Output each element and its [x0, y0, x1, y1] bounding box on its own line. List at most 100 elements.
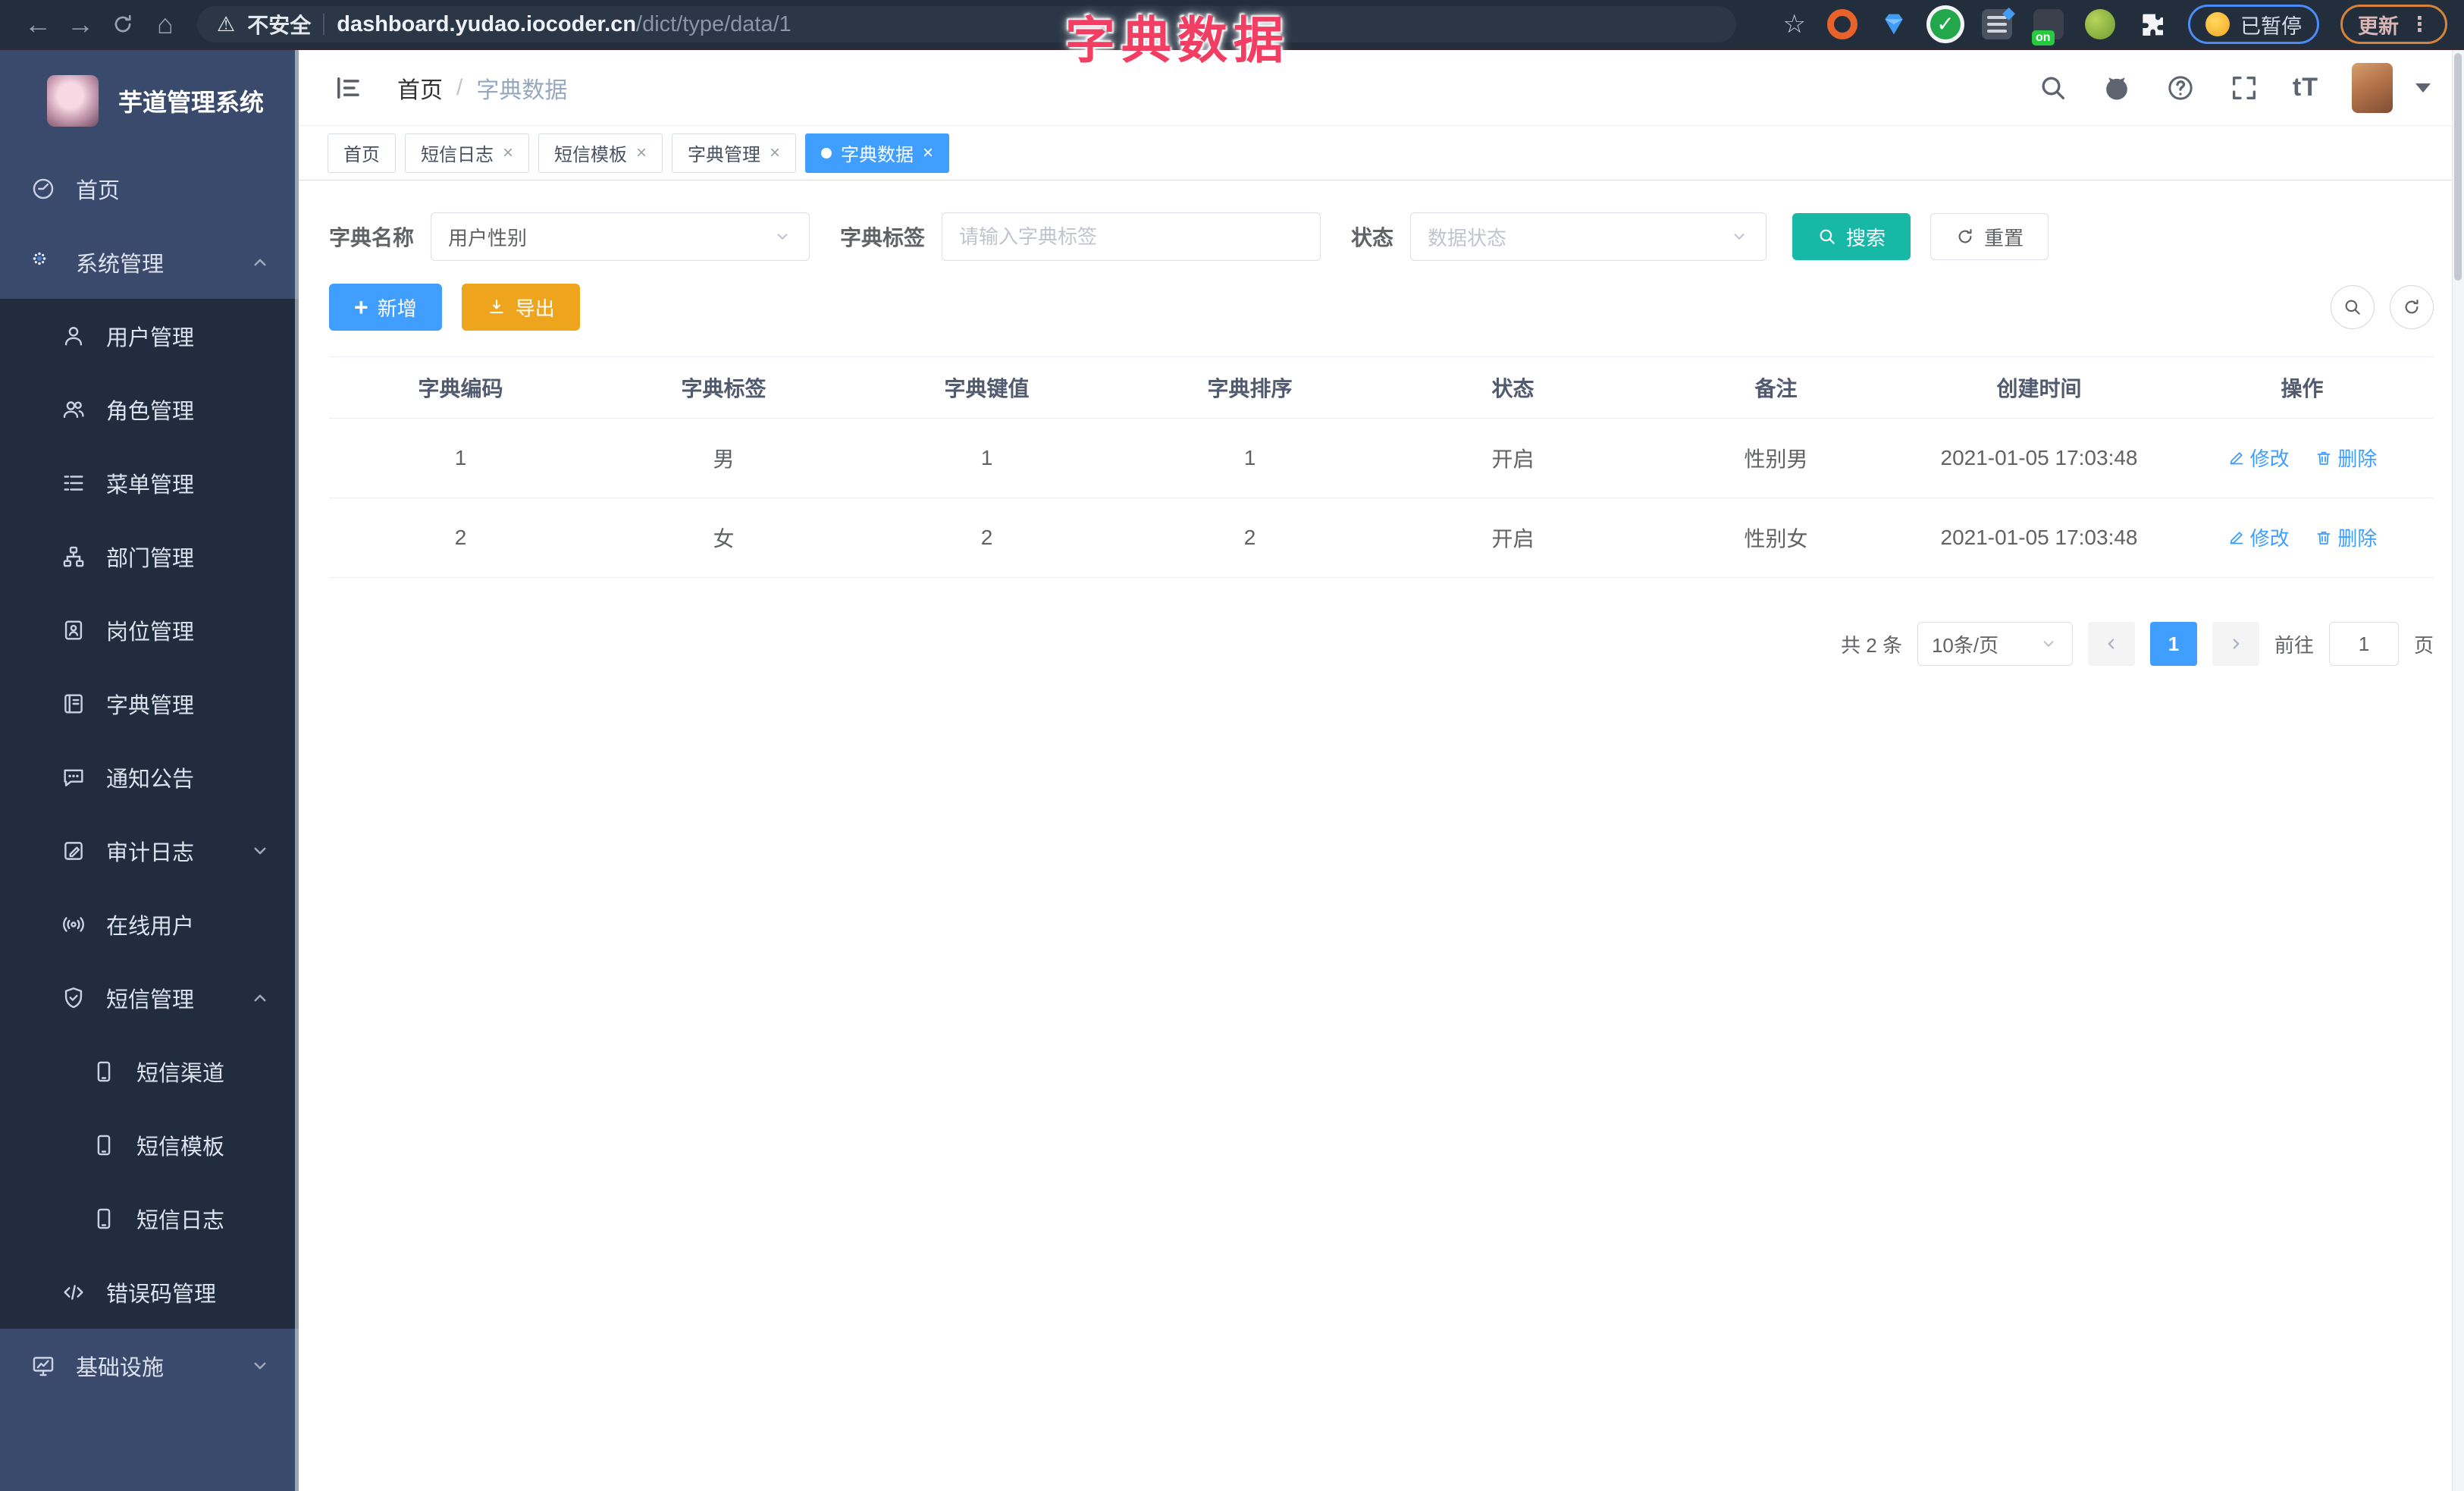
dict-tag-input[interactable] [959, 224, 1304, 249]
refresh-icon[interactable] [102, 12, 144, 36]
sidebar-item-notice[interactable]: 通知公告 [0, 740, 299, 814]
sidebar-item-label: 部门管理 [106, 546, 195, 571]
table-row: 1 男 1 1 开启 性别男 2021-01-05 17:03:48 修改 删除 [329, 418, 2434, 498]
id-badge-icon [61, 617, 86, 643]
sidebar-item-label: 用户管理 [106, 325, 195, 350]
refresh-icon [1955, 227, 1975, 246]
forward-icon[interactable]: → [59, 8, 102, 40]
breadcrumb: 首页 / 字典数据 [397, 71, 567, 105]
tag-view-bar: 首页 短信日志 × 短信模板 × 字典管理 × 字典数据 × [299, 126, 2464, 180]
top-navbar: 首页 / 字典数据 tT [299, 50, 2464, 126]
sidebar-item-user-management[interactable]: 用户管理 [0, 299, 299, 372]
cell-dict-code: 1 [329, 418, 592, 498]
sidebar-item-sms-channel[interactable]: 短信渠道 [0, 1034, 299, 1108]
sidebar-item-menu-management[interactable]: 菜单管理 [0, 446, 299, 519]
tab-dict-data[interactable]: 字典数据 × [805, 133, 950, 173]
extension-bars-icon[interactable]: ◆ [1982, 3, 2015, 39]
sidebar-item-infrastructure[interactable]: 基础设施 [0, 1329, 299, 1402]
toggle-search-button[interactable] [2331, 285, 2375, 329]
tab-home[interactable]: 首页 [328, 133, 396, 173]
browser-menu-icon[interactable]: ⋮ [2409, 14, 2430, 35]
sidebar-fold-icon[interactable] [332, 72, 364, 104]
github-icon[interactable] [2102, 73, 2132, 103]
sidebar-item-sms-template[interactable]: 短信模板 [0, 1108, 299, 1182]
next-page-button[interactable] [2212, 622, 2259, 666]
dict-data-table: 字典编码 字典标签 字典键值 字典排序 状态 备注 创建时间 操作 1 男 1 … [329, 356, 2434, 578]
close-icon[interactable]: × [770, 143, 780, 162]
back-icon[interactable]: ← [17, 8, 59, 40]
users-icon [61, 397, 86, 422]
extension-switch-icon[interactable]: on [2032, 9, 2064, 46]
export-button[interactable]: 导出 [461, 284, 580, 331]
extensions-puzzle-icon[interactable] [2136, 9, 2167, 39]
edit-link[interactable]: 修改 [2227, 444, 2290, 472]
prev-page-button[interactable] [2087, 622, 2135, 666]
sidebar-item-audit-log[interactable]: 审计日志 [0, 814, 299, 887]
sidebar-item-sms-management[interactable]: 短信管理 [0, 961, 299, 1034]
extension-green-icon[interactable] [2085, 9, 2115, 39]
sidebar-item-sms-log[interactable]: 短信日志 [0, 1182, 299, 1255]
add-button[interactable]: + 新增 [329, 284, 442, 331]
col-dict-sort: 字典排序 [1118, 356, 1381, 419]
scrollbar-thumb[interactable] [2454, 53, 2462, 281]
goto-page-input[interactable] [2328, 622, 2399, 666]
cell-dict-sort: 1 [1118, 418, 1381, 498]
avatar-caret-icon[interactable] [2415, 83, 2431, 93]
col-created: 创建时间 [1908, 356, 2171, 419]
shield-check-icon [61, 985, 86, 1011]
close-icon[interactable]: × [503, 143, 513, 162]
page-scrollbar[interactable] [2452, 50, 2464, 1491]
sidebar-item-dict-management[interactable]: 字典管理 [0, 667, 299, 740]
refresh-table-button[interactable] [2390, 285, 2434, 329]
sidebar-item-home[interactable]: 首页 [0, 152, 299, 225]
paused-badge[interactable]: 已暂停 [2188, 5, 2319, 44]
close-icon[interactable]: × [923, 143, 933, 162]
sidebar-item-dept-management[interactable]: 部门管理 [0, 519, 299, 593]
cell-actions: 修改 删除 [2171, 418, 2434, 498]
status-select[interactable]: 数据状态 [1410, 212, 1767, 261]
extension-gem-icon[interactable] [1879, 9, 1909, 39]
fullscreen-icon[interactable] [2229, 73, 2259, 103]
address-bar[interactable]: ⚠ 不安全 dashboard.yudao.iocoder.cn/dict/ty… [197, 6, 1736, 42]
current-page-button[interactable]: 1 [2149, 622, 2197, 666]
update-button[interactable]: 更新 ⋮ [2340, 5, 2447, 44]
sidebar-item-online-users[interactable]: 在线用户 [0, 887, 299, 961]
home-icon[interactable]: ⌂ [144, 8, 187, 40]
breadcrumb-home[interactable]: 首页 [397, 71, 443, 105]
page-size-select[interactable]: 10条/页 [1917, 622, 2073, 666]
reset-button[interactable]: 重置 [1930, 213, 2049, 260]
browser-toolbar: ☆ ✓ ◆ on 已暂停 更新 ⋮ [1783, 3, 2447, 46]
search-button[interactable]: 搜索 [1792, 213, 1911, 260]
breadcrumb-current: 字典数据 [476, 77, 568, 103]
font-size-icon[interactable]: tT [2293, 73, 2318, 102]
sidebar-item-post-management[interactable]: 岗位管理 [0, 593, 299, 667]
sidebar-item-label: 短信渠道 [136, 1061, 225, 1086]
sidebar-item-role-management[interactable]: 角色管理 [0, 372, 299, 446]
edit-link[interactable]: 修改 [2227, 523, 2290, 551]
cell-status: 开启 [1381, 498, 1644, 578]
app-logo[interactable]: 芋道管理系统 [0, 50, 299, 152]
tab-sms-template[interactable]: 短信模板 × [538, 133, 663, 173]
cell-dict-tag: 女 [592, 498, 855, 578]
list-icon [61, 470, 86, 496]
download-icon [487, 297, 506, 317]
sidebar-item-system-management[interactable]: 系统管理 [0, 225, 299, 299]
edit-icon [2227, 449, 2246, 467]
delete-link[interactable]: 删除 [2315, 523, 2377, 551]
bookmark-star-icon[interactable]: ☆ [1783, 9, 1806, 39]
monitor-icon [30, 1353, 56, 1379]
close-icon[interactable]: × [636, 143, 647, 162]
toolbar: + 新增 导出 [329, 284, 2434, 331]
search-icon[interactable] [2038, 73, 2068, 103]
tab-sms-log[interactable]: 短信日志 × [405, 133, 530, 173]
chevron-down-icon [249, 840, 271, 862]
help-icon[interactable] [2165, 73, 2196, 103]
tab-dict-management[interactable]: 字典管理 × [672, 133, 797, 173]
sidebar-item-error-code[interactable]: 错误码管理 [0, 1255, 299, 1329]
extension-check-icon[interactable]: ✓ [1930, 9, 1961, 39]
chevron-down-icon [2039, 634, 2058, 654]
extension-orange-icon[interactable] [1827, 9, 1857, 39]
user-avatar[interactable] [2352, 62, 2393, 113]
delete-link[interactable]: 删除 [2315, 444, 2377, 472]
dict-name-select[interactable]: 用户性别 [431, 212, 810, 261]
